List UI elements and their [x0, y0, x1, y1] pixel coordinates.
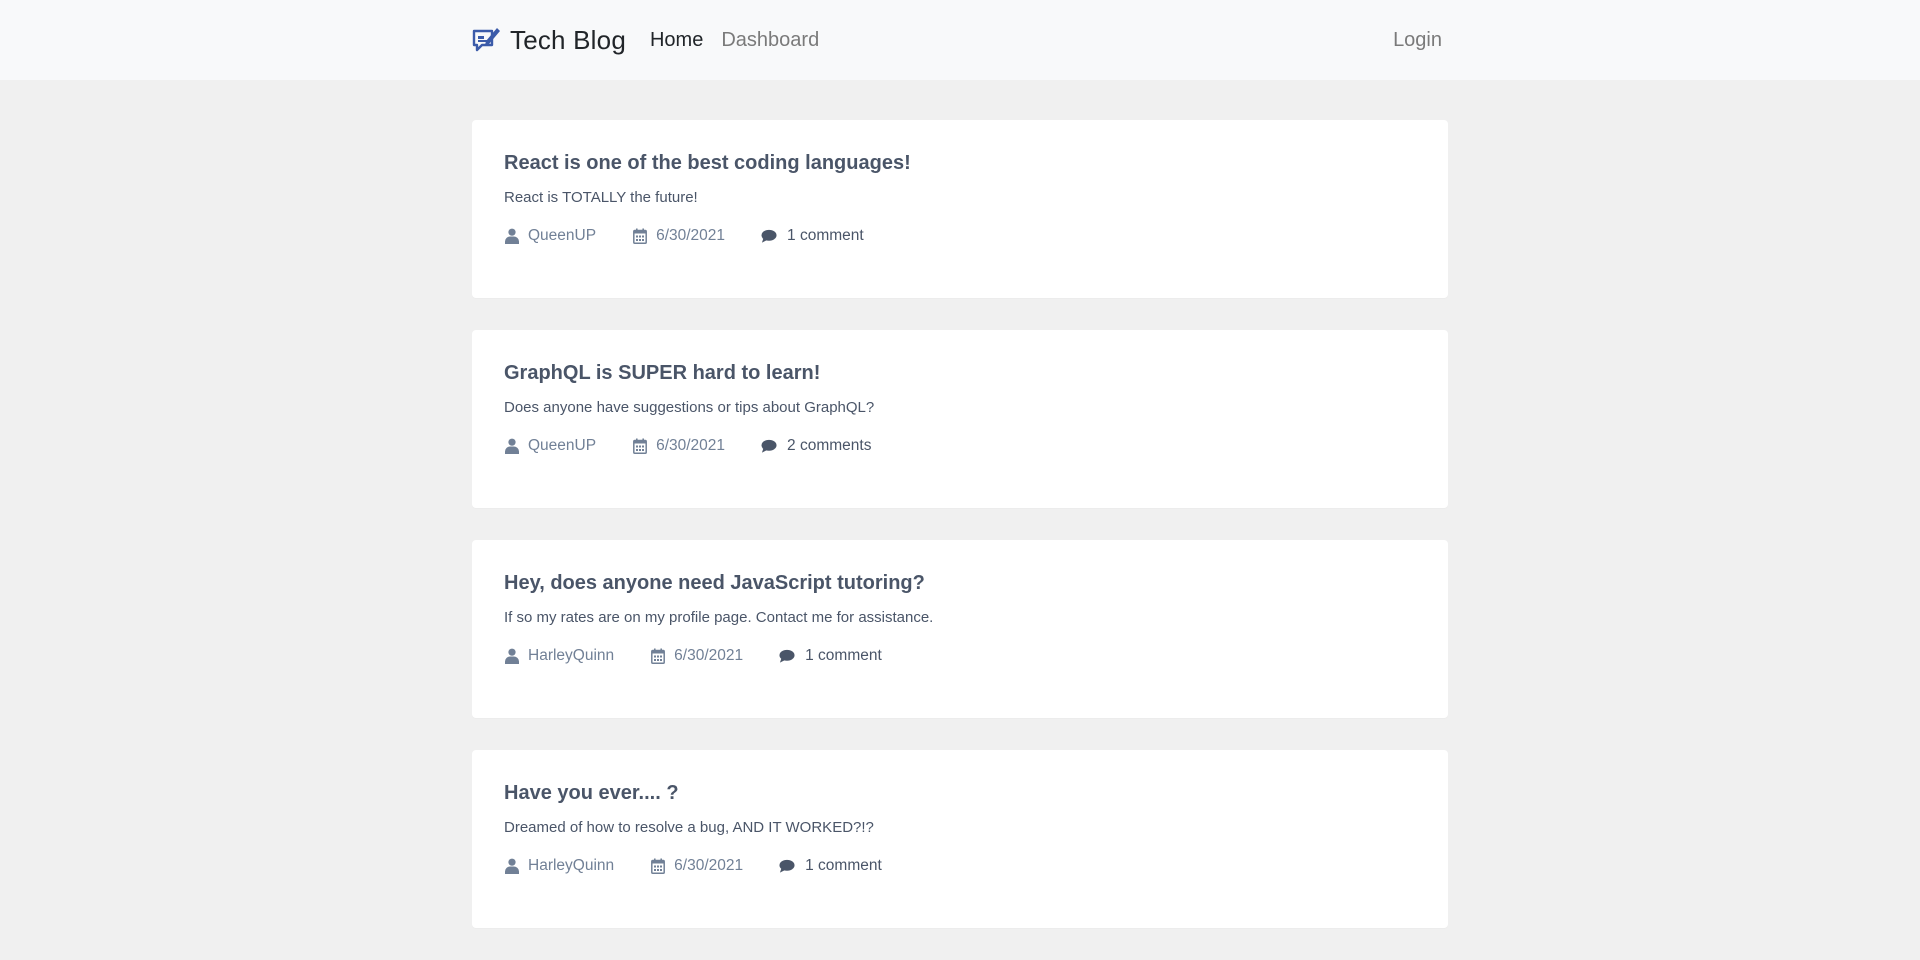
post-body: Dreamed of how to resolve a bug, AND IT …: [504, 819, 874, 836]
post-body: Does anyone have suggestions or tips abo…: [504, 399, 875, 416]
post-meta: QueenUP 6/30/2021 2 comments: [504, 437, 907, 455]
brand-link[interactable]: Tech Blog: [472, 25, 626, 56]
post-comments-count: 2 comments: [787, 437, 872, 454]
post-feed: React is one of the best coding language…: [472, 120, 1448, 960]
post-comments-link[interactable]: 1 comment: [779, 857, 882, 875]
post-comments-count: 1 comment: [787, 227, 864, 244]
post-author: HarleyQuinn: [504, 857, 614, 875]
post-title[interactable]: GraphQL is SUPER hard to learn!: [504, 362, 820, 385]
navbar: Tech Blog Home Dashboard Login: [0, 0, 1920, 80]
calendar-icon: [650, 648, 666, 664]
post-body: If so my rates are on my profile page. C…: [504, 609, 934, 626]
comment-bubble-icon: [779, 858, 795, 874]
calendar-icon: [650, 858, 666, 874]
post-meta: HarleyQuinn 6/30/2021 1 comment: [504, 857, 918, 875]
post-date-text: 6/30/2021: [674, 857, 744, 874]
user-icon: [504, 228, 520, 244]
post-card: React is one of the best coding language…: [472, 120, 1448, 298]
post-author-name: QueenUP: [528, 227, 597, 244]
post-author: QueenUP: [504, 227, 596, 245]
nav-login-link[interactable]: Login: [1393, 29, 1442, 52]
post-author: QueenUP: [504, 437, 596, 455]
post-comments-link[interactable]: 2 comments: [761, 437, 871, 455]
user-icon: [504, 438, 520, 454]
post-date: 6/30/2021: [632, 437, 725, 455]
post-title[interactable]: Hey, does anyone need JavaScript tutorin…: [504, 572, 925, 595]
post-comments-count: 1 comment: [805, 647, 882, 664]
post-date: 6/30/2021: [650, 647, 743, 665]
post-comments-link[interactable]: 1 comment: [779, 647, 882, 665]
comment-bubble-icon: [761, 438, 777, 454]
post-date-text: 6/30/2021: [674, 647, 744, 664]
post-author: HarleyQuinn: [504, 647, 614, 665]
calendar-icon: [632, 438, 648, 454]
post-comments-count: 1 comment: [805, 857, 882, 874]
comment-bubble-icon: [779, 648, 795, 664]
comment-bubble-icon: [761, 228, 777, 244]
post-comments-link[interactable]: 1 comment: [761, 227, 864, 245]
post-date-text: 6/30/2021: [656, 227, 726, 244]
post-meta: HarleyQuinn 6/30/2021 1 comment: [504, 647, 918, 665]
post-author-name: HarleyQuinn: [528, 857, 615, 874]
user-icon: [504, 648, 520, 664]
nav-dashboard-link[interactable]: Dashboard: [721, 29, 819, 52]
calendar-icon: [632, 228, 648, 244]
post-card: Have you ever.... ? Dreamed of how to re…: [472, 750, 1448, 928]
brand-title: Tech Blog: [510, 24, 626, 55]
chat-pencil-icon: [472, 25, 502, 55]
post-date: 6/30/2021: [650, 857, 743, 875]
post-title[interactable]: React is one of the best coding language…: [504, 152, 911, 175]
user-icon: [504, 858, 520, 874]
post-meta: QueenUP 6/30/2021 1 comment: [504, 227, 900, 245]
post-date-text: 6/30/2021: [656, 437, 726, 454]
post-body: React is TOTALLY the future!: [504, 189, 698, 206]
post-card: Hey, does anyone need JavaScript tutorin…: [472, 540, 1448, 718]
post-date: 6/30/2021: [632, 227, 725, 245]
nav-home-link[interactable]: Home: [650, 29, 703, 52]
post-author-name: QueenUP: [528, 437, 597, 454]
post-title[interactable]: Have you ever.... ?: [504, 782, 679, 805]
post-card: GraphQL is SUPER hard to learn! Does any…: [472, 330, 1448, 508]
post-author-name: HarleyQuinn: [528, 647, 615, 664]
navbar-inner: Tech Blog Home Dashboard Login: [472, 0, 1448, 80]
